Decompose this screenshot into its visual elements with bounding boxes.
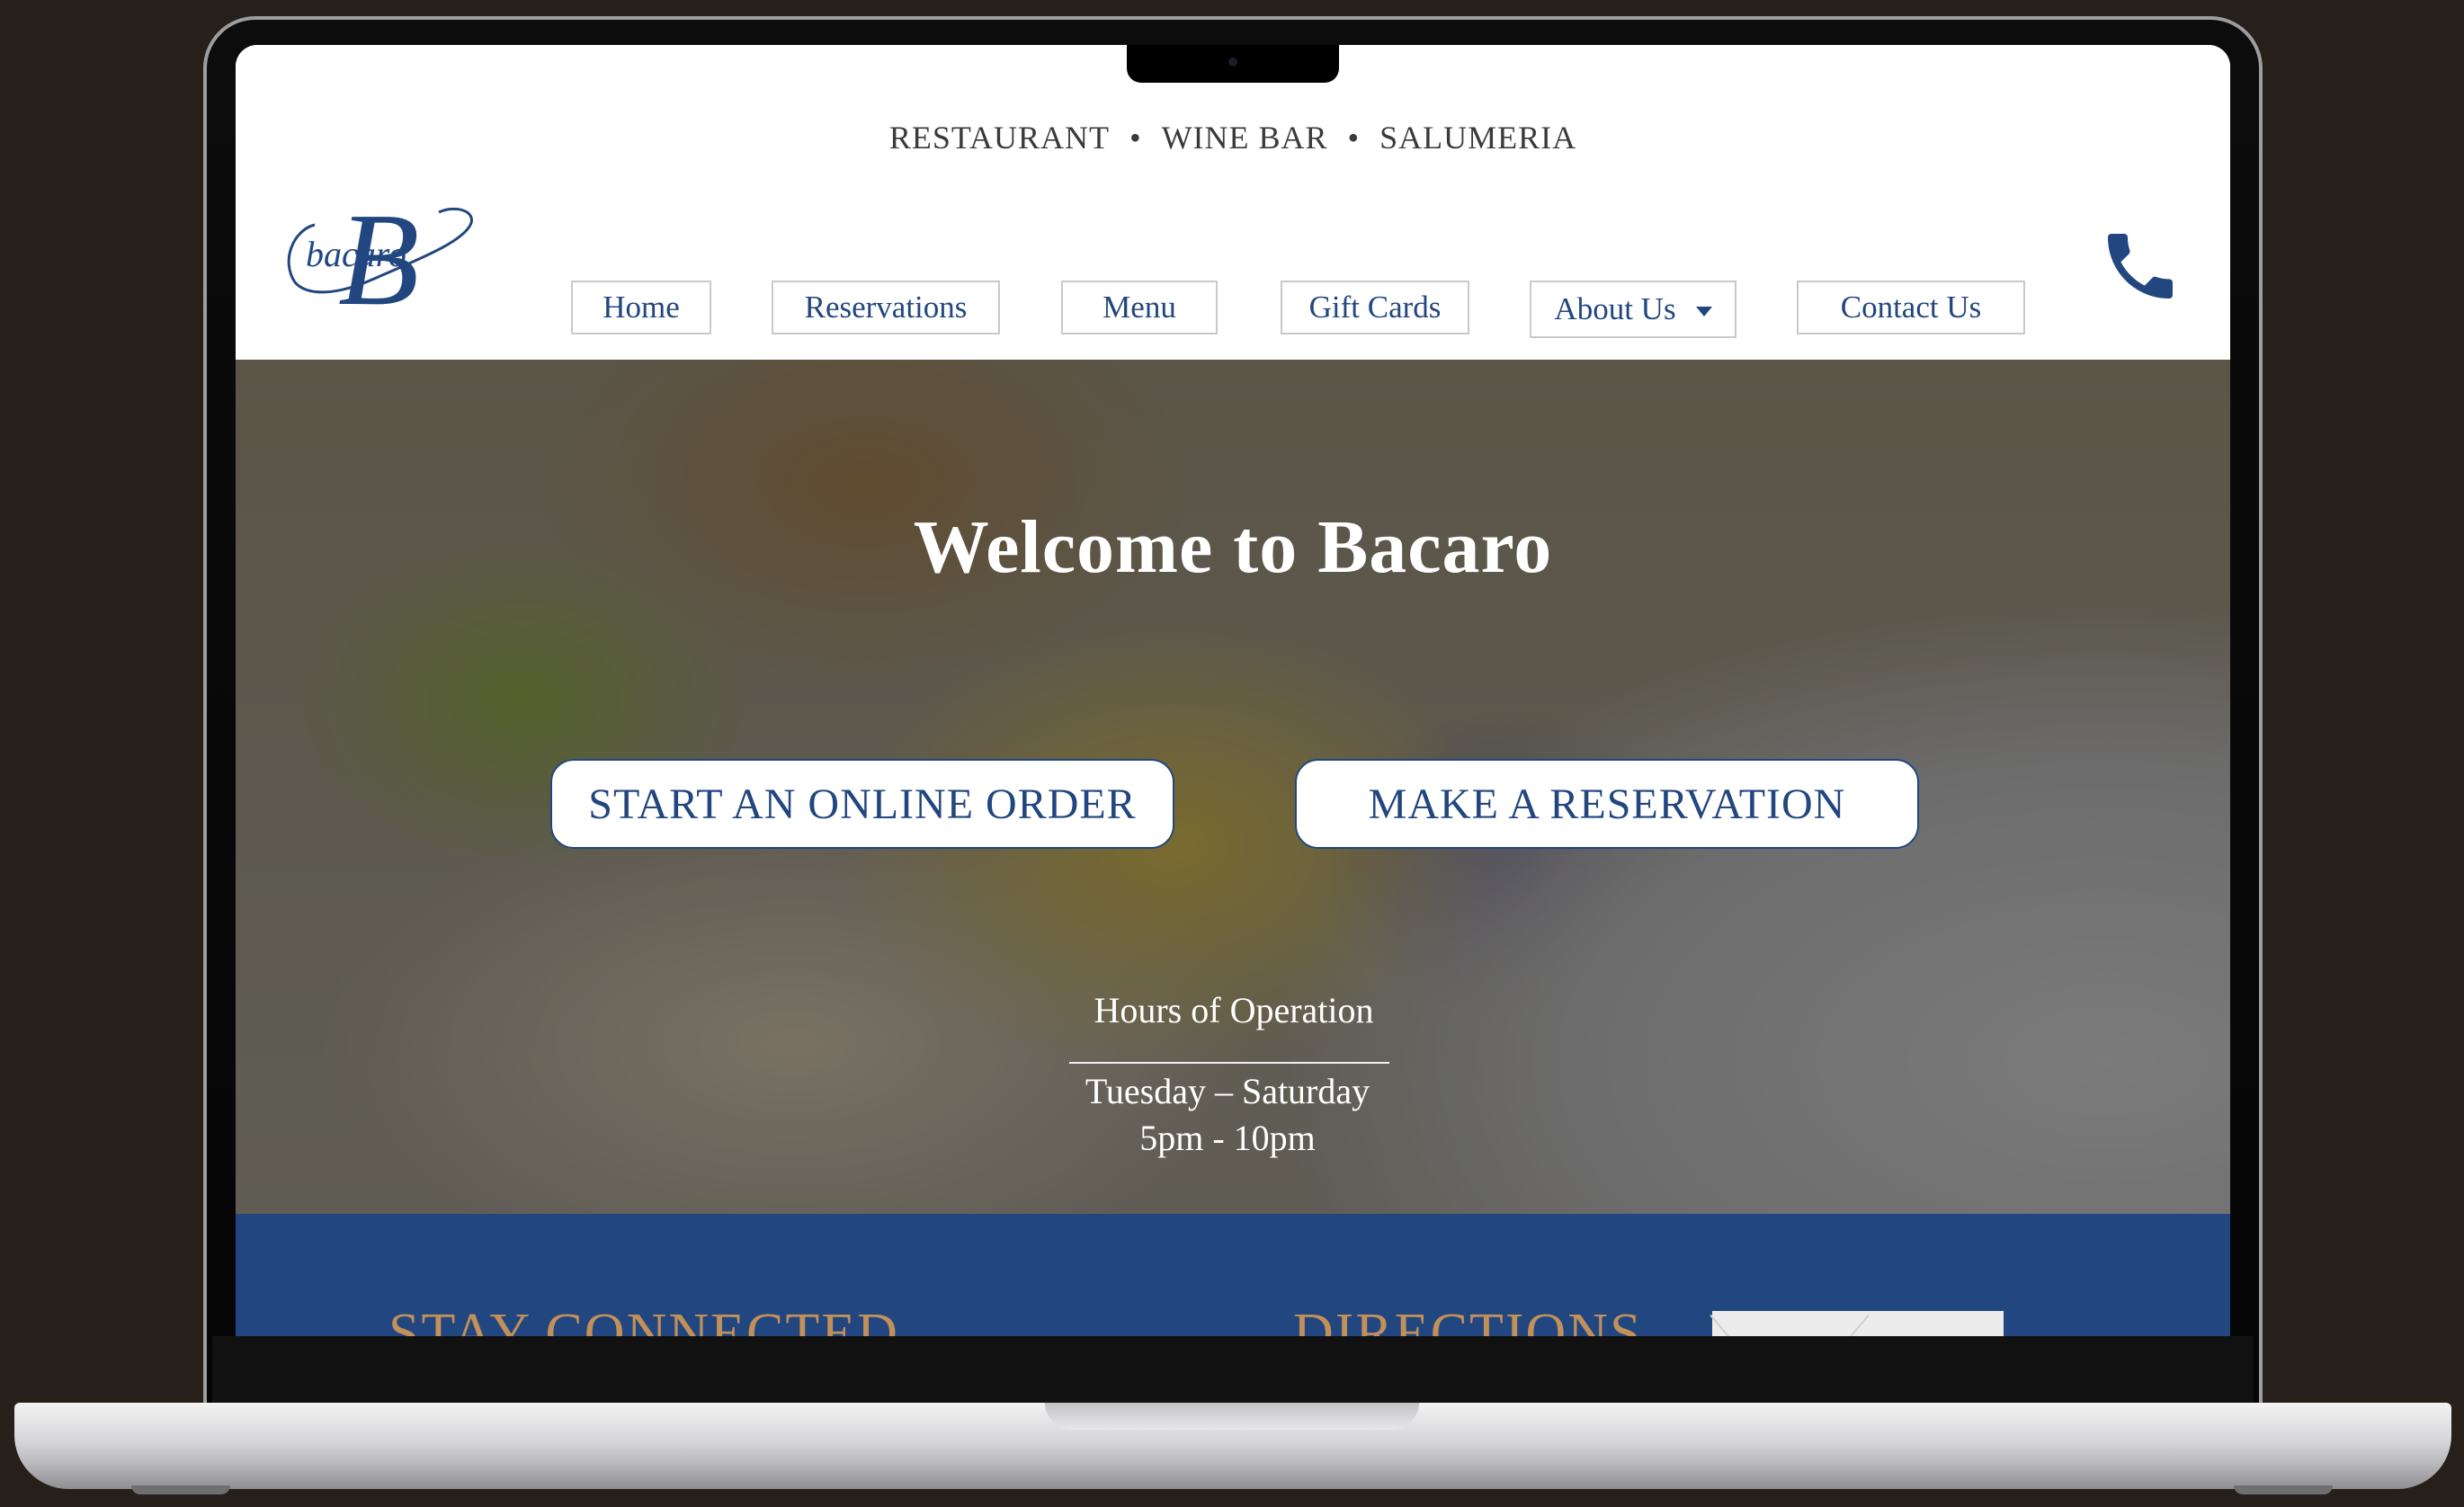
camera-notch — [1127, 45, 1339, 83]
laptop-screen: RESTAURANT • WINE BAR • SALUMERIA B bacaro H… — [236, 45, 2230, 1336]
tagline-wine-bar: WINE BAR — [1161, 120, 1328, 156]
nav-about-us-label: About Us — [1554, 291, 1676, 326]
tagline-restaurant: RESTAURANT — [888, 120, 1110, 156]
nav-gift-cards[interactable]: Gift Cards — [1281, 281, 1469, 334]
make-reservation-label: MAKE A RESERVATION — [1368, 780, 1846, 828]
hours-divider — [1069, 1062, 1389, 1064]
hours-title: Hours of Operation — [1094, 990, 1374, 1030]
laptop-bezel — [212, 1336, 2254, 1406]
nav-reservations-label: Reservations — [804, 290, 968, 325]
nav-contact-us-label: Contact Us — [1840, 290, 1982, 325]
nav-about-us[interactable]: About Us — [1530, 281, 1736, 338]
dropdown-caret-icon — [1695, 306, 1712, 317]
nav-menu[interactable]: Menu — [1061, 281, 1218, 334]
map-road — [1710, 1315, 1735, 1336]
hero-section: Welcome to Bacaro START AN ONLINE ORDER … — [236, 360, 2230, 1214]
nav-home[interactable]: Home — [571, 281, 711, 334]
nav-menu-label: Menu — [1103, 290, 1176, 325]
make-reservation-button[interactable]: MAKE A RESERVATION — [1295, 759, 1919, 849]
logo-text: bacaro — [306, 234, 406, 274]
directions-heading: DIRECTIONS — [1293, 1303, 1643, 1336]
tagline-separator: • — [1129, 120, 1142, 156]
laptop-foot-left — [131, 1485, 230, 1494]
stay-connected-heading: STAY CONNECTED — [388, 1303, 899, 1336]
tagline: RESTAURANT • WINE BAR • SALUMERIA — [236, 119, 2230, 156]
map-road — [1844, 1315, 1870, 1336]
footer-section: STAY CONNECTED DIRECTIONS — [236, 1214, 2230, 1336]
start-online-order-label: START AN ONLINE ORDER — [588, 780, 1137, 828]
hours-days: Tuesday – Saturday — [1085, 1071, 1370, 1111]
bacaro-logo[interactable]: B bacaro — [275, 189, 478, 324]
directions-map[interactable] — [1710, 1311, 2004, 1336]
start-online-order-button[interactable]: START AN ONLINE ORDER — [550, 759, 1174, 849]
nav-contact-us[interactable]: Contact Us — [1797, 281, 2025, 334]
hero-title: Welcome to Bacaro — [913, 505, 1553, 589]
phone-icon[interactable] — [2097, 223, 2183, 309]
nav-home-label: Home — [603, 290, 680, 325]
laptop-foot-right — [2234, 1485, 2333, 1494]
nav-gift-cards-label: Gift Cards — [1308, 290, 1442, 325]
site-header: RESTAURANT • WINE BAR • SALUMERIA B bacaro H… — [236, 45, 2230, 360]
tagline-salumeria: SALUMERIA — [1379, 120, 1577, 156]
hours-time: 5pm - 10pm — [1139, 1118, 1316, 1158]
nav-reservations[interactable]: Reservations — [772, 281, 1000, 334]
laptop-opening-notch — [1045, 1403, 1419, 1430]
camera-icon — [1228, 58, 1237, 67]
tagline-separator: • — [1347, 120, 1361, 156]
